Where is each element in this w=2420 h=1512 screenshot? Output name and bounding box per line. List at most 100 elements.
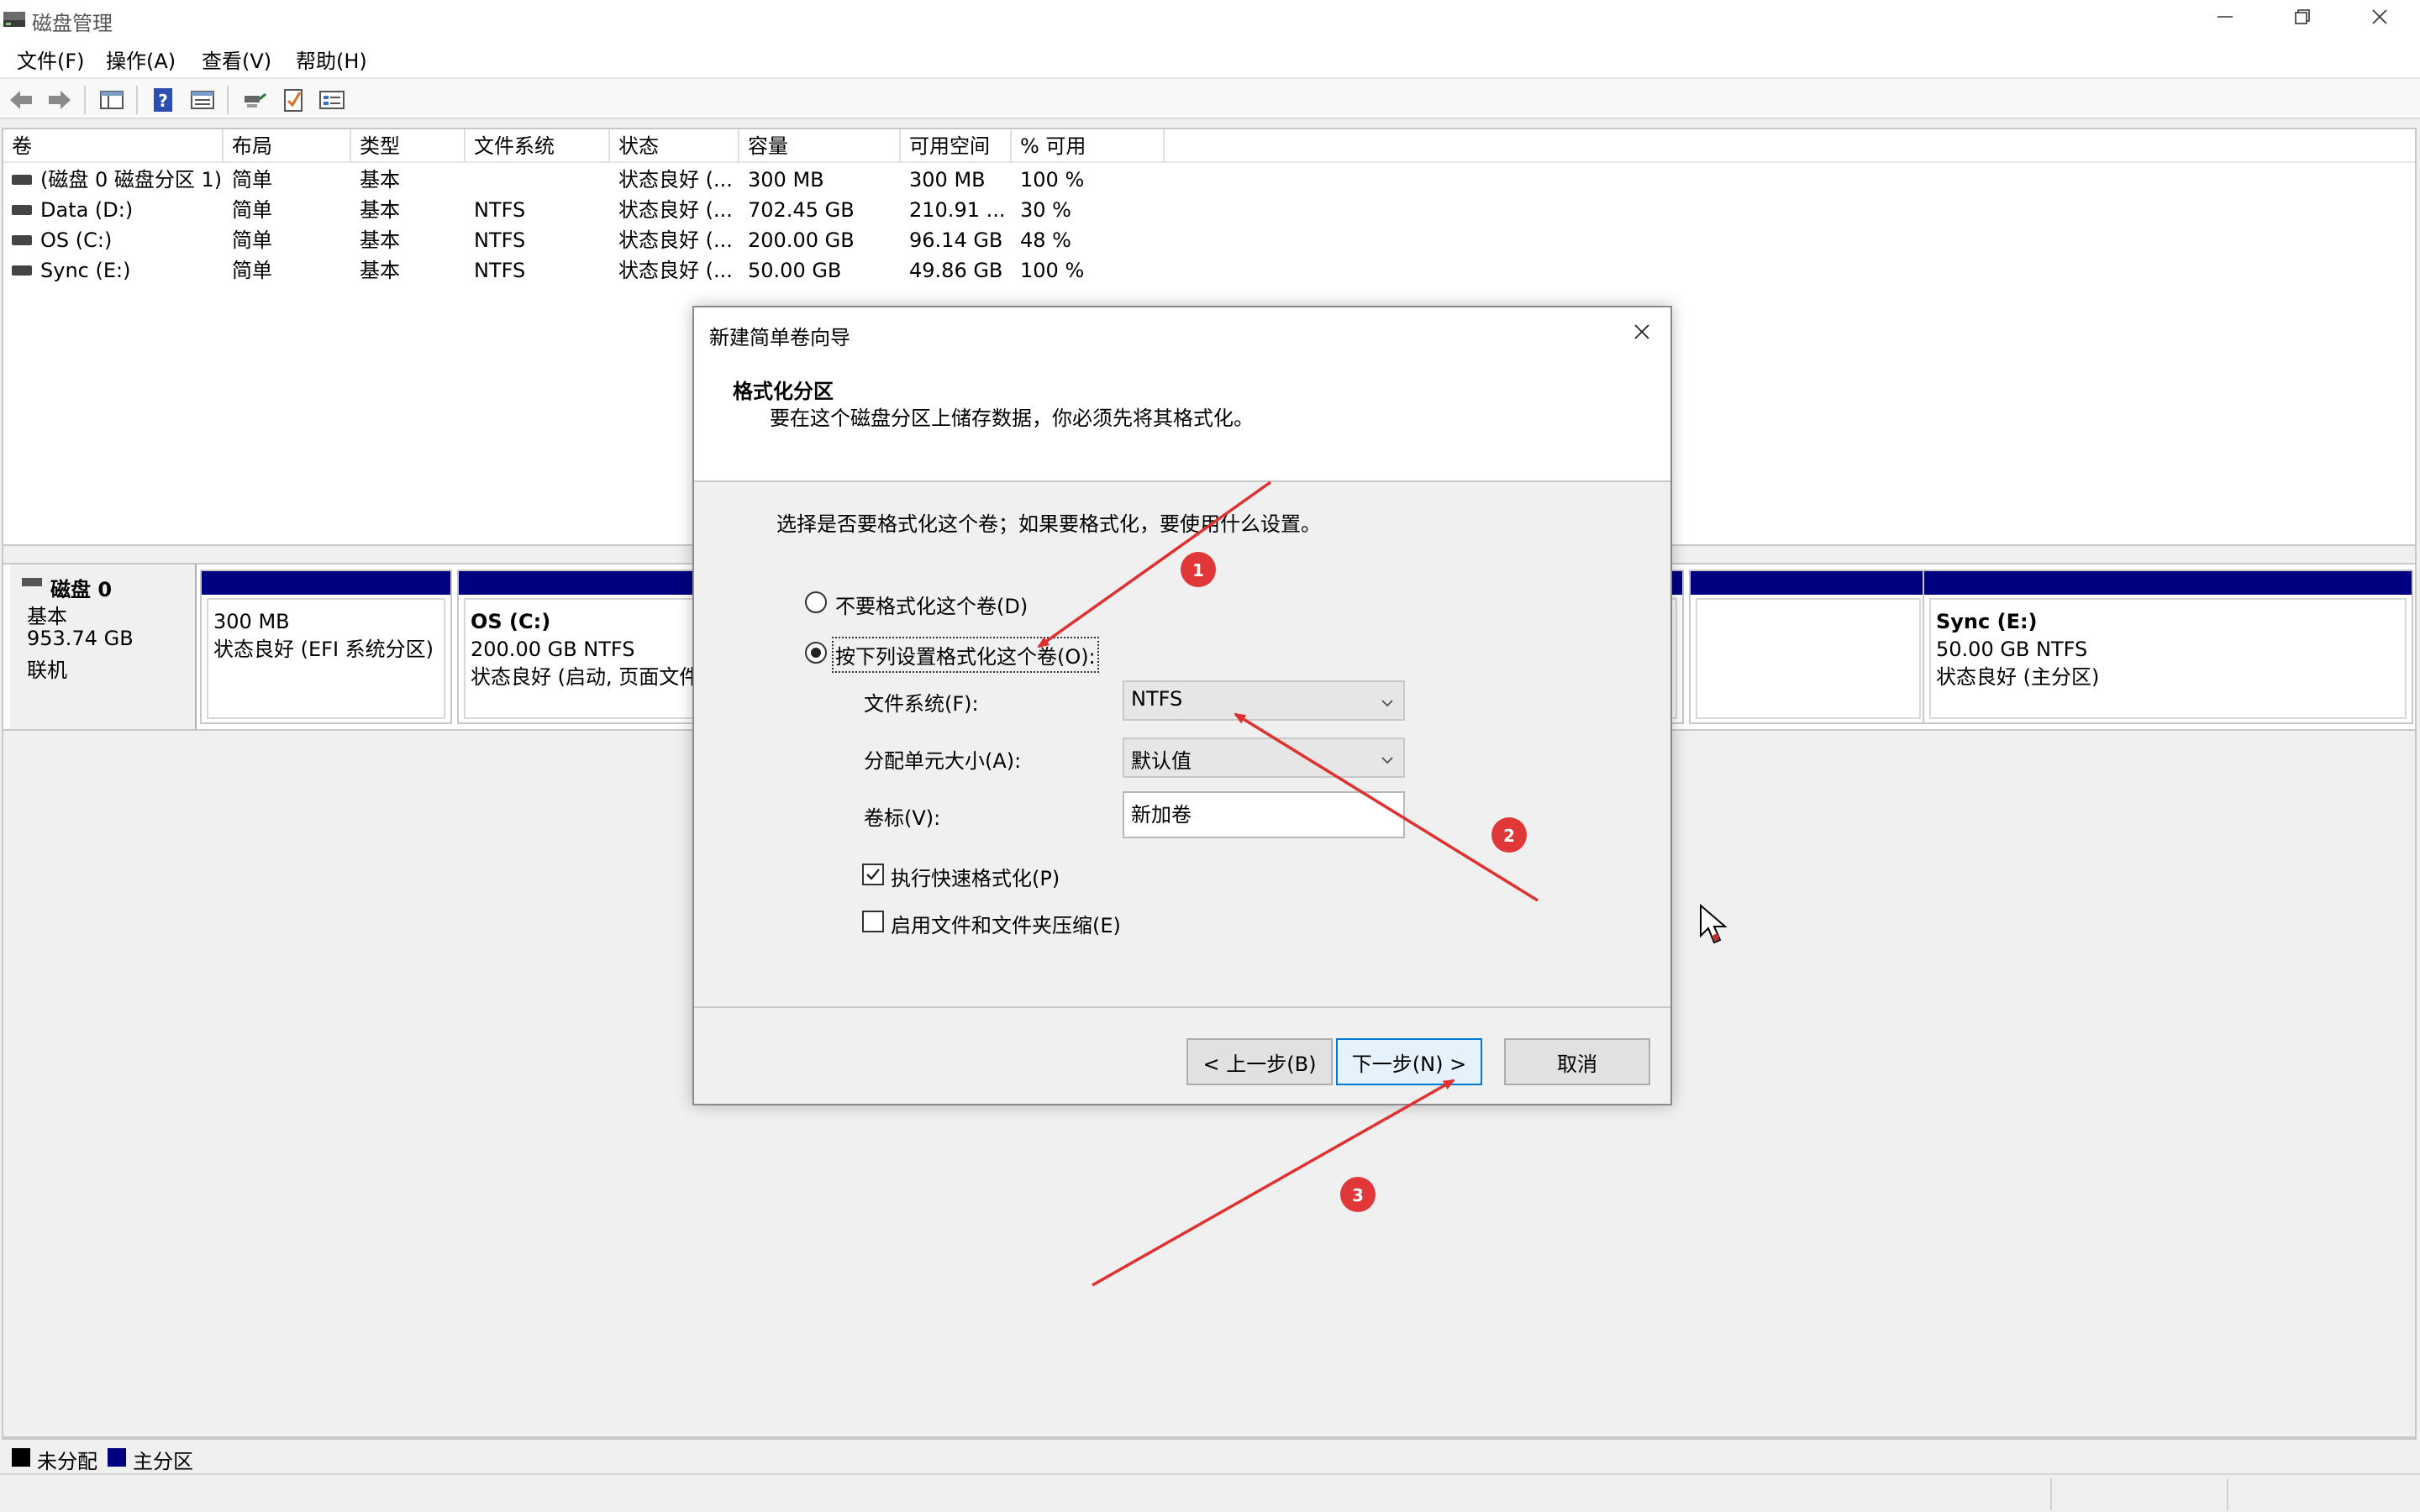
cell-volume: Sync (E:): [40, 259, 131, 282]
drive-icon: [12, 265, 32, 276]
chevron-down-icon: [1380, 749, 1395, 764]
settings-list-icon[interactable]: [318, 86, 346, 114]
cell-volume: Data (D:): [40, 198, 134, 222]
column-header-free-space[interactable]: 可用空间: [901, 129, 1012, 163]
help-icon[interactable]: ?: [150, 86, 178, 114]
dialog-title: 新建简单卷向导: [709, 326, 850, 349]
show-hide-console-tree-icon[interactable]: [97, 86, 126, 114]
column-headers: 卷 布局 类型 文件系统 状态 容量 可用空间 % 可用: [3, 129, 2415, 163]
cell-type: 基本: [360, 228, 400, 252]
toolbar-separator: [84, 86, 86, 114]
primary-partition-bar: [1924, 571, 2412, 595]
compression-label[interactable]: 启用文件和文件夹压缩(E): [891, 909, 1121, 938]
header-divider: [694, 480, 1670, 482]
cell-percent-free: 30 %: [1020, 198, 1071, 222]
partition-details: [1696, 598, 1921, 719]
cell-capacity: 50.00 GB: [748, 259, 842, 282]
disk-size: 953.74 GB: [27, 627, 134, 650]
footer-divider: [694, 1006, 1670, 1008]
primary-partition-bar: [202, 571, 450, 595]
cell-capacity: 702.45 GB: [748, 198, 855, 222]
toolbar: ?: [0, 77, 2420, 119]
cell-status: 状态良好 (...: [618, 168, 733, 192]
allocation-unit-select[interactable]: 默认值: [1123, 738, 1405, 778]
connect-icon[interactable]: [240, 86, 269, 114]
radio-format-label[interactable]: 按下列设置格式化这个卷(O):: [832, 637, 1099, 673]
volume-label-label: 卷标(V):: [864, 806, 941, 830]
column-header-capacity[interactable]: 容量: [739, 129, 901, 163]
table-row[interactable]: Sync (E:) 简单 基本 NTFS 状态良好 (... 50.00 GB …: [3, 255, 1180, 286]
restore-button[interactable]: [2264, 0, 2341, 39]
format-prompt: 选择是否要格式化这个卷；如果要格式化，要使用什么设置。: [776, 512, 1321, 536]
quick-format-label[interactable]: 执行快速格式化(P): [891, 862, 1060, 891]
partition-status: 状态良好 (EFI 系统分区): [213, 638, 434, 661]
cell-filesystem: NTFS: [474, 259, 526, 282]
legend-unallocated: 未分配: [37, 1450, 97, 1473]
menu-action[interactable]: 操作(A): [106, 45, 176, 74]
status-divider: [2227, 1478, 2228, 1510]
status-divider: [2050, 1478, 2052, 1510]
properties-icon[interactable]: [188, 86, 217, 114]
back-button[interactable]: < 上一步(B): [1186, 1038, 1333, 1085]
window-title: 磁盘管理: [32, 12, 113, 35]
close-window-button[interactable]: [2341, 0, 2418, 39]
menu-help[interactable]: 帮助(H): [296, 45, 367, 74]
cell-layout: 简单: [232, 228, 272, 252]
column-header-percent-free[interactable]: % 可用: [1012, 129, 1165, 163]
cell-layout: 简单: [232, 198, 272, 222]
drive-icon: [12, 235, 32, 245]
cell-status: 状态良好 (...: [618, 259, 733, 282]
check-icon[interactable]: [279, 86, 308, 114]
cell-percent-free: 48 %: [1020, 228, 1071, 252]
back-arrow-icon[interactable]: [7, 86, 35, 114]
table-row[interactable]: (磁盘 0 磁盘分区 1) 简单 基本 状态良好 (... 300 MB 300…: [3, 165, 1180, 195]
disk-state: 联机: [27, 659, 67, 682]
partition-efi[interactable]: 300 MB 状态良好 (EFI 系统分区): [200, 570, 452, 724]
cell-free-space: 49.86 GB: [909, 259, 1003, 282]
cell-status: 状态良好 (...: [618, 198, 733, 222]
quick-format-checkbox[interactable]: [862, 864, 884, 885]
allocation-unit-value: 默认值: [1131, 749, 1192, 773]
legend-bar: 未分配 主分区: [2, 1438, 2417, 1473]
table-row[interactable]: OS (C:) 简单 基本 NTFS 状态良好 (... 200.00 GB 9…: [3, 225, 1180, 255]
cell-capacity: 300 MB: [748, 168, 824, 192]
dialog-close-button[interactable]: [1623, 316, 1660, 353]
column-header-filesystem[interactable]: 文件系统: [466, 129, 610, 163]
cancel-button[interactable]: 取消: [1504, 1038, 1650, 1085]
minimize-button[interactable]: [2186, 0, 2264, 39]
column-header-volume[interactable]: 卷: [3, 129, 224, 163]
column-header-layout[interactable]: 布局: [224, 129, 351, 163]
partition-data-d[interactable]: [1689, 570, 1928, 724]
next-button[interactable]: 下一步(N) >: [1336, 1038, 1482, 1085]
column-header-type[interactable]: 类型: [351, 129, 466, 163]
volume-label-input[interactable]: 新加卷: [1123, 791, 1405, 838]
cell-layout: 简单: [232, 168, 272, 192]
partition-sync-e[interactable]: Sync (E:) 50.00 GB NTFS 状态良好 (主分区): [1923, 570, 2413, 724]
disk-type: 基本: [27, 605, 67, 628]
disk-info[interactable]: 磁盘 0 基本 953.74 GB 联机: [10, 564, 197, 729]
cell-free-space: 210.91 ...: [909, 198, 1006, 222]
table-row[interactable]: Data (D:) 简单 基本 NTFS 状态良好 (... 702.45 GB…: [3, 195, 1180, 225]
column-header-status[interactable]: 状态: [610, 129, 739, 163]
legend-primary: 主分区: [133, 1450, 193, 1473]
close-icon: [2370, 8, 2389, 31]
svg-text:?: ?: [158, 91, 168, 111]
cell-type: 基本: [360, 259, 400, 282]
cell-volume: (磁盘 0 磁盘分区 1): [40, 168, 223, 192]
cell-volume: OS (C:): [40, 228, 113, 252]
toolbar-separator: [227, 86, 229, 114]
filesystem-select[interactable]: NTFS: [1123, 680, 1405, 721]
radio-no-format[interactable]: [805, 591, 827, 613]
cell-percent-free: 100 %: [1020, 168, 1085, 192]
cell-type: 基本: [360, 198, 400, 222]
cell-free-space: 96.14 GB: [909, 228, 1003, 252]
compression-checkbox[interactable]: [862, 911, 884, 932]
radio-no-format-label[interactable]: 不要格式化这个卷(D): [835, 590, 1028, 619]
partition-details: 300 MB 状态良好 (EFI 系统分区): [207, 598, 445, 719]
menu-file[interactable]: 文件(F): [17, 45, 85, 74]
menu-view[interactable]: 查看(V): [202, 45, 271, 74]
forward-arrow-icon[interactable]: [45, 86, 74, 114]
filesystem-label: 文件系统(F):: [864, 692, 979, 716]
radio-format[interactable]: [805, 642, 827, 664]
cell-filesystem: NTFS: [474, 228, 526, 252]
